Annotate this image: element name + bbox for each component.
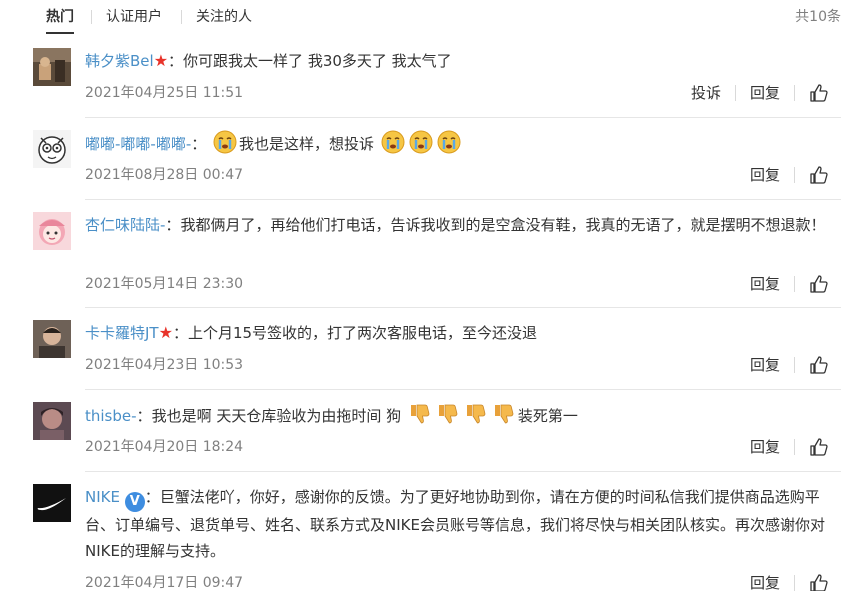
comment-divider bbox=[85, 471, 841, 472]
comment-content: 装死第一 bbox=[517, 407, 578, 425]
comment-timestamp: 2021年04月25日 11:51 bbox=[85, 85, 244, 101]
thumbs-down-icon bbox=[408, 402, 432, 426]
comment-actions: 投诉 回复 bbox=[691, 82, 829, 103]
thumbs-down-icon bbox=[464, 402, 488, 426]
star-badge-icon: ★ bbox=[158, 323, 173, 342]
comment-actions: 回复 bbox=[750, 354, 829, 375]
comment-timestamp: 2021年04月23日 10:53 bbox=[85, 357, 244, 373]
thumbs-up-icon[interactable] bbox=[809, 437, 829, 457]
crying-face-icon bbox=[437, 130, 461, 154]
comment-actions: 回复 bbox=[750, 572, 829, 591]
comment-timestamp: 2021年04月17日 09:47 bbox=[85, 575, 244, 591]
tab-divider bbox=[91, 10, 92, 24]
action-divider bbox=[794, 84, 795, 101]
username-link[interactable]: NIKE bbox=[85, 488, 120, 506]
star-badge-icon: ★ bbox=[153, 51, 169, 70]
comment-body: thisbe-：我也是啊 天天仓库验收为由拖时间 狗 装死第一 bbox=[85, 402, 840, 429]
username-link[interactable]: 韩夕紫Bel bbox=[85, 52, 154, 70]
tab-following[interactable]: 关注的人 bbox=[196, 7, 252, 27]
tab-hot[interactable]: 热门 bbox=[46, 7, 74, 27]
reply-button[interactable]: 回复 bbox=[750, 436, 780, 457]
comment-body: 韩夕紫Bel★：你可跟我太一样了 我30多天了 我太气了 bbox=[85, 48, 840, 74]
comment-actions: 回复 bbox=[750, 436, 829, 457]
thumbs-down-icon bbox=[436, 402, 460, 426]
avatar[interactable] bbox=[33, 212, 71, 250]
avatar[interactable] bbox=[33, 130, 71, 168]
comment-content: 上个月15号签收的，打了两次客服电话，至今还没退 bbox=[187, 324, 538, 342]
avatar[interactable] bbox=[33, 402, 71, 440]
username-link[interactable]: thisbe- bbox=[85, 407, 137, 425]
comment-actions: 回复 bbox=[750, 164, 829, 185]
comment-body: NIKE V ：巨蟹法佬吖，你好，感谢你的反馈。为了更好地协助到你，请在方便的时间… bbox=[85, 484, 840, 564]
comment-actions: 回复 bbox=[750, 273, 829, 294]
action-divider bbox=[734, 84, 736, 101]
report-button[interactable]: 投诉 bbox=[691, 82, 721, 103]
comment-count: 共10条 bbox=[795, 9, 841, 25]
comment-timestamp: 2021年08月28日 00:47 bbox=[85, 167, 244, 183]
comment-separator: ： bbox=[144, 488, 160, 506]
comment-divider bbox=[85, 389, 841, 390]
thumbs-up-icon[interactable] bbox=[809, 165, 829, 185]
username-link[interactable]: 杏仁味陆陆- bbox=[85, 216, 165, 234]
crying-face-icon bbox=[213, 130, 237, 154]
reply-button[interactable]: 回复 bbox=[750, 273, 780, 294]
comment-body: 杏仁味陆陆-：我都俩月了，再给他们打电话，告诉我收到的是空盒没有鞋，我真的无语了… bbox=[85, 212, 840, 238]
comment-content: 我都俩月了，再给他们打电话，告诉我收到的是空盒没有鞋，我真的无语了，就是摆明不想… bbox=[180, 216, 826, 234]
comment-content: 我也是这样，想投诉 bbox=[239, 135, 375, 153]
reply-button[interactable]: 回复 bbox=[750, 82, 780, 103]
avatar[interactable] bbox=[33, 320, 71, 358]
nike-logo-avatar[interactable] bbox=[33, 484, 71, 522]
action-divider bbox=[794, 275, 795, 292]
action-divider bbox=[794, 574, 795, 591]
comment-body: 卡卡羅特JT★：上个月15号签收的，打了两次客服电话，至今还没退 bbox=[85, 320, 840, 346]
thumbs-up-icon[interactable] bbox=[809, 573, 829, 591]
username-link[interactable]: 嘟嘟-嘟嘟-嘟嘟- bbox=[85, 135, 191, 153]
comment-content: 你可跟我太一样了 我30多天了 我太气了 bbox=[183, 52, 452, 70]
tab-verified-users[interactable]: 认证用户 bbox=[106, 7, 162, 27]
avatar[interactable] bbox=[33, 48, 71, 86]
comment-body: 嘟嘟-嘟嘟-嘟嘟-： 我也是这样，想投诉 bbox=[85, 130, 840, 157]
comment-separator: ： bbox=[172, 324, 188, 342]
action-divider bbox=[794, 438, 795, 455]
reply-button[interactable]: 回复 bbox=[750, 354, 780, 375]
crying-face-icon bbox=[381, 130, 405, 154]
comment-content: 巨蟹法佬吖，你好，感谢你的反馈。为了更好地协助到你，请在方便的时间私信我们提供商… bbox=[85, 488, 825, 560]
thumbs-up-icon[interactable] bbox=[809, 274, 829, 294]
comment-separator: ： bbox=[191, 135, 207, 153]
comment-separator: ： bbox=[136, 407, 152, 425]
comment-content: 我也是啊 天天仓库验收为由拖时间 狗 bbox=[151, 407, 402, 425]
comment-divider bbox=[85, 199, 841, 200]
comment-separator: ： bbox=[165, 216, 181, 234]
comment-divider bbox=[85, 307, 841, 308]
comment-timestamp: 2021年04月20日 18:24 bbox=[85, 439, 244, 455]
comment-separator: ： bbox=[168, 52, 184, 70]
tab-divider bbox=[181, 10, 182, 24]
thumbs-up-icon[interactable] bbox=[809, 83, 829, 103]
username-link[interactable]: 卡卡羅特JT bbox=[85, 324, 159, 342]
thumbs-up-icon[interactable] bbox=[809, 355, 829, 375]
verified-badge-icon: V bbox=[124, 492, 145, 512]
action-divider bbox=[794, 356, 795, 373]
reply-button[interactable]: 回复 bbox=[750, 572, 780, 591]
reply-button[interactable]: 回复 bbox=[750, 164, 780, 185]
crying-face-icon bbox=[409, 130, 433, 154]
action-divider bbox=[794, 166, 795, 183]
comment-timestamp: 2021年05月14日 23:30 bbox=[85, 276, 244, 292]
comment-divider bbox=[85, 117, 841, 118]
comment-filter-tabs: 热门 认证用户 关注的人 共10条 bbox=[0, 0, 865, 36]
thumbs-down-icon bbox=[492, 402, 516, 426]
active-tab-indicator bbox=[46, 32, 74, 34]
